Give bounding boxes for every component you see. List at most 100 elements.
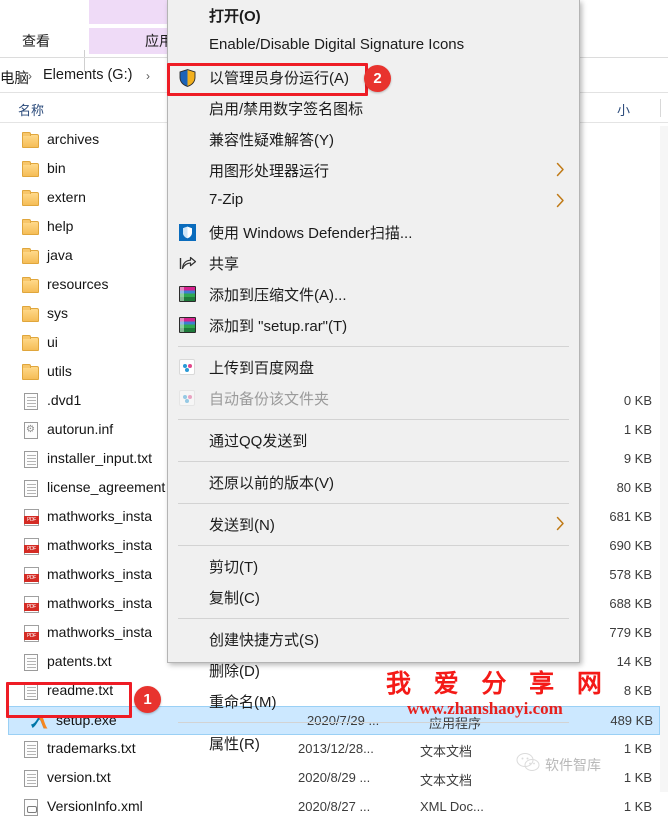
menu-item[interactable]: 还原以前的版本(V) [168, 467, 579, 498]
menu-item-label: 自动备份该文件夹 [209, 391, 330, 408]
menu-item-label: 使用 Windows Defender扫描... [209, 225, 413, 242]
defender-icon [179, 224, 196, 241]
menu-item-label: 重命名(M) [209, 694, 277, 711]
file-row[interactable]: VersionInfo.xml 2020/8/27 ... XML Doc... 1 … [0, 793, 668, 822]
menu-item[interactable]: 共享 [168, 248, 579, 279]
highlight-box-run-as-admin [167, 63, 368, 96]
breadcrumb-separator-icon: › [146, 69, 150, 83]
column-header-size[interactable]: 小 [617, 100, 630, 119]
menu-item-label: 上传到百度网盘 [209, 360, 315, 377]
menu-item-label: 删除(D) [209, 663, 260, 680]
menu-separator [178, 722, 569, 723]
menu-item-label: 用图形处理器运行 [209, 163, 330, 180]
file-icon-wrapper [22, 741, 40, 758]
column-divider[interactable] [660, 99, 661, 117]
menu-item-label: 兼容性疑难解答(Y) [209, 132, 334, 149]
file-name: .dvd1 [47, 392, 82, 408]
menu-item[interactable]: 添加到 "setup.rar"(T) [168, 310, 579, 341]
menu-item-label: 共享 [209, 256, 240, 273]
file-icon-wrapper [22, 451, 40, 468]
chevron-right-icon [556, 193, 565, 208]
menu-item[interactable]: 使用 Windows Defender扫描... [168, 217, 579, 248]
file-icon-wrapper [22, 306, 40, 323]
menu-separator [178, 503, 569, 504]
file-date: 2020/8/29 ... [298, 770, 371, 785]
file-icon-wrapper [22, 422, 40, 439]
menu-item-label: 打开(O) [209, 8, 261, 25]
file-name: utils [47, 363, 72, 379]
menu-item[interactable]: 发送到(N) [168, 509, 579, 540]
file-name: patents.txt [47, 653, 112, 669]
menu-item[interactable]: Enable/Disable Digital Signature Icons [168, 31, 579, 62]
menu-item: 自动备份该文件夹 [168, 383, 579, 414]
share-icon [179, 255, 197, 271]
file-size: 1 KB [623, 799, 652, 814]
file-icon-wrapper [22, 596, 40, 613]
xml-icon [24, 799, 38, 816]
file-icon-wrapper [22, 480, 40, 497]
menu-item-label: Enable/Disable Digital Signature Icons [209, 36, 465, 53]
menu-separator [178, 545, 569, 546]
vertical-scrollbar[interactable] [660, 126, 668, 792]
file-name: resources [47, 276, 109, 292]
file-icon-wrapper [22, 277, 40, 294]
menu-item[interactable]: 创建快捷方式(S) [168, 624, 579, 655]
file-icon-wrapper [22, 161, 40, 178]
file-name: bin [47, 160, 66, 176]
menu-item[interactable]: 通过QQ发送到 [168, 425, 579, 456]
file-name: installer_input.txt [47, 450, 153, 466]
file-name: sys [47, 305, 68, 321]
menu-item-label: 添加到 "setup.rar"(T) [209, 318, 348, 335]
pdf-icon [24, 509, 39, 526]
menu-separator [178, 346, 569, 347]
file-icon-wrapper [22, 538, 40, 555]
folder-icon [22, 248, 39, 264]
menu-item-icon-wrapper [179, 317, 197, 335]
folder-icon [22, 219, 39, 235]
menu-item-label: 启用/禁用数字签名图标 [209, 101, 364, 118]
menu-item[interactable]: 剪切(T) [168, 551, 579, 582]
folder-icon [22, 335, 39, 351]
file-name: java [47, 247, 73, 263]
file-name: VersionInfo.xml [47, 798, 143, 814]
pdf-icon [24, 625, 39, 642]
menu-item-label: 7-Zip [209, 191, 244, 208]
tab-view[interactable]: 查看 [14, 28, 58, 54]
file-icon-wrapper [22, 335, 40, 352]
menu-item[interactable]: 复制(C) [168, 582, 579, 613]
menu-item[interactable]: 用图形处理器运行 [168, 155, 579, 186]
menu-item-icon-wrapper [179, 390, 197, 408]
column-header-name[interactable]: 名称 [18, 100, 44, 119]
menu-item[interactable]: 兼容性疑难解答(Y) [168, 124, 579, 155]
winrar-icon [179, 286, 196, 302]
breadcrumb-item-elements[interactable]: Elements (G:) [43, 67, 132, 83]
menu-item-label: 剪切(T) [209, 559, 259, 576]
file-name: license_agreement [47, 479, 166, 495]
menu-separator [178, 461, 569, 462]
menu-item[interactable]: 7-Zip [168, 186, 579, 217]
menu-item[interactable]: 属性(R) [168, 728, 579, 759]
file-icon-wrapper [22, 770, 40, 787]
file-icon-wrapper [22, 190, 40, 207]
menu-item[interactable]: 启用/禁用数字签名图标 [168, 93, 579, 124]
menu-item[interactable]: 添加到压缩文件(A)... [168, 279, 579, 310]
context-menu[interactable]: 打开(O) Enable/Disable Digital Signature Ic… [167, 0, 580, 753]
menu-separator [178, 419, 569, 420]
menu-item[interactable]: 打开(O) [168, 0, 579, 31]
file-date: 2020/8/27 ... [298, 799, 371, 814]
menu-item-label: 发送到(N) [209, 517, 275, 534]
folder-icon [22, 306, 39, 322]
watermark-chinese: 我 爱 分 享 网 [386, 669, 609, 698]
file-icon-wrapper [22, 219, 40, 236]
folder-icon [22, 364, 39, 380]
menu-item[interactable]: 上传到百度网盘 [168, 352, 579, 383]
step-badge-1: 1 [134, 686, 161, 713]
menu-item-label: 创建快捷方式(S) [209, 632, 319, 649]
menu-item-label: 属性(R) [209, 736, 260, 753]
file-icon-wrapper [22, 364, 40, 381]
menu-item-icon-wrapper [179, 359, 197, 377]
file-type: 文本文档 [420, 773, 473, 788]
breadcrumb-item-pc[interactable]: 电脑 [0, 67, 29, 88]
file-name: mathworks_insta [47, 566, 153, 582]
highlight-box-setup-exe [6, 682, 132, 718]
